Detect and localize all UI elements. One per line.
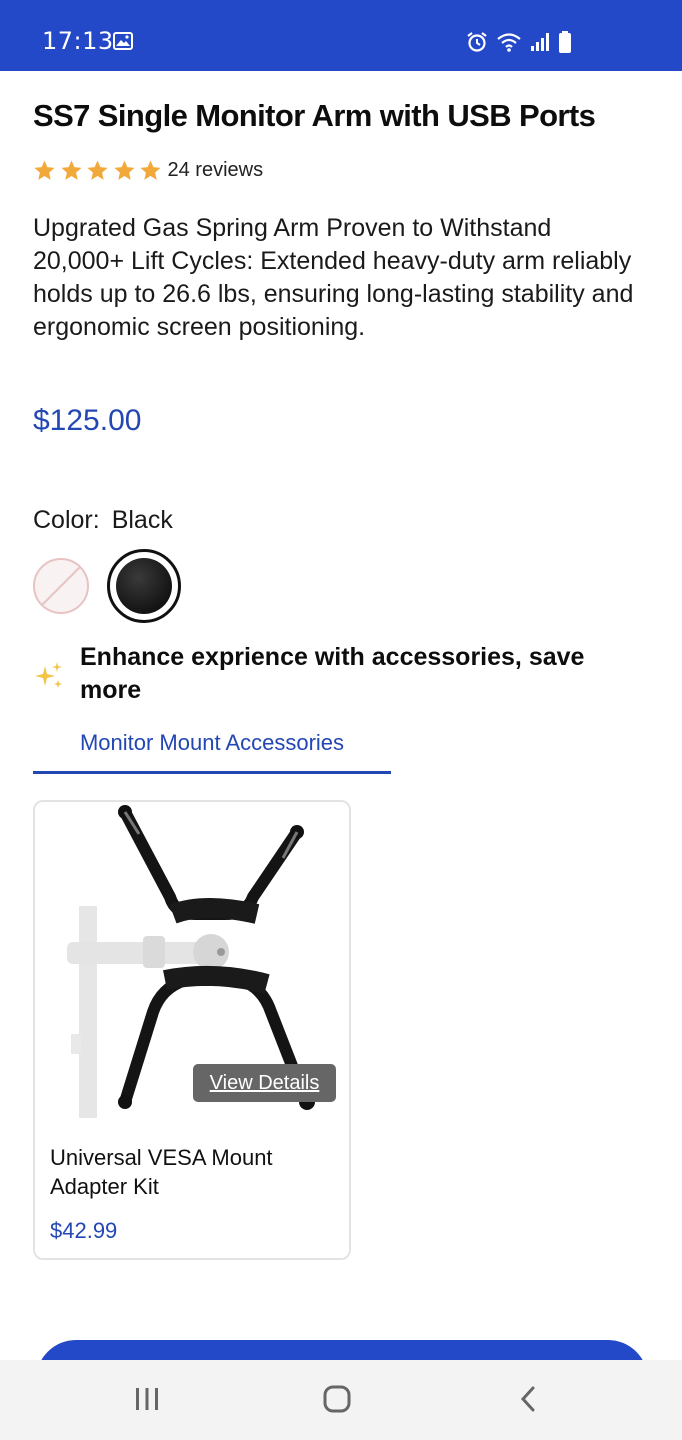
swatch-white[interactable] xyxy=(33,558,89,614)
product-title: SS7 Single Monitor Arm with USB Ports xyxy=(33,98,596,133)
unavailable-slash-icon xyxy=(38,563,84,609)
alarm-icon xyxy=(467,32,487,52)
star-icon xyxy=(34,160,55,180)
reviews-count[interactable]: 24 reviews xyxy=(168,159,264,182)
product-price: $125.00 xyxy=(33,404,142,437)
swatch-black-fill xyxy=(116,558,172,614)
color-selector-label: Color: Black xyxy=(33,506,173,535)
star-icon xyxy=(60,160,82,180)
accessory-price: $42.99 xyxy=(50,1218,118,1243)
rating[interactable]: 24 reviews xyxy=(33,159,263,182)
wifi-icon xyxy=(497,33,521,52)
home-icon[interactable] xyxy=(322,1384,352,1414)
star-icon xyxy=(113,160,135,180)
signal-icon xyxy=(531,33,549,51)
status-icons xyxy=(466,30,572,54)
image-icon xyxy=(113,32,133,50)
color-label: Color: xyxy=(33,506,100,534)
star-icon xyxy=(140,160,161,180)
back-icon[interactable] xyxy=(514,1384,544,1414)
recent-apps-icon[interactable] xyxy=(132,1384,162,1414)
tab-monitor-mount-accessories[interactable]: Monitor Mount Accessories xyxy=(33,730,391,774)
status-bar: 17:13 xyxy=(0,0,682,71)
sparkle-icon xyxy=(35,662,62,688)
accessory-title[interactable]: Universal VESA Mount Adapter Kit xyxy=(50,1143,330,1201)
accessories-heading: Enhance exprience with accessories, save… xyxy=(80,643,585,704)
swatch-black[interactable] xyxy=(107,549,181,623)
battery-icon xyxy=(559,31,571,53)
color-value: Black xyxy=(111,506,173,534)
system-nav-bar xyxy=(0,1360,682,1440)
status-time: 17:13 xyxy=(42,27,114,55)
product-description: Upgrated Gas Spring Arm Proven to Withst… xyxy=(33,214,634,341)
view-details-button[interactable]: View Details xyxy=(193,1064,336,1102)
star-icon xyxy=(87,160,108,180)
accessory-card[interactable]: View Details Universal VESA Mount Adapte… xyxy=(33,800,351,1260)
